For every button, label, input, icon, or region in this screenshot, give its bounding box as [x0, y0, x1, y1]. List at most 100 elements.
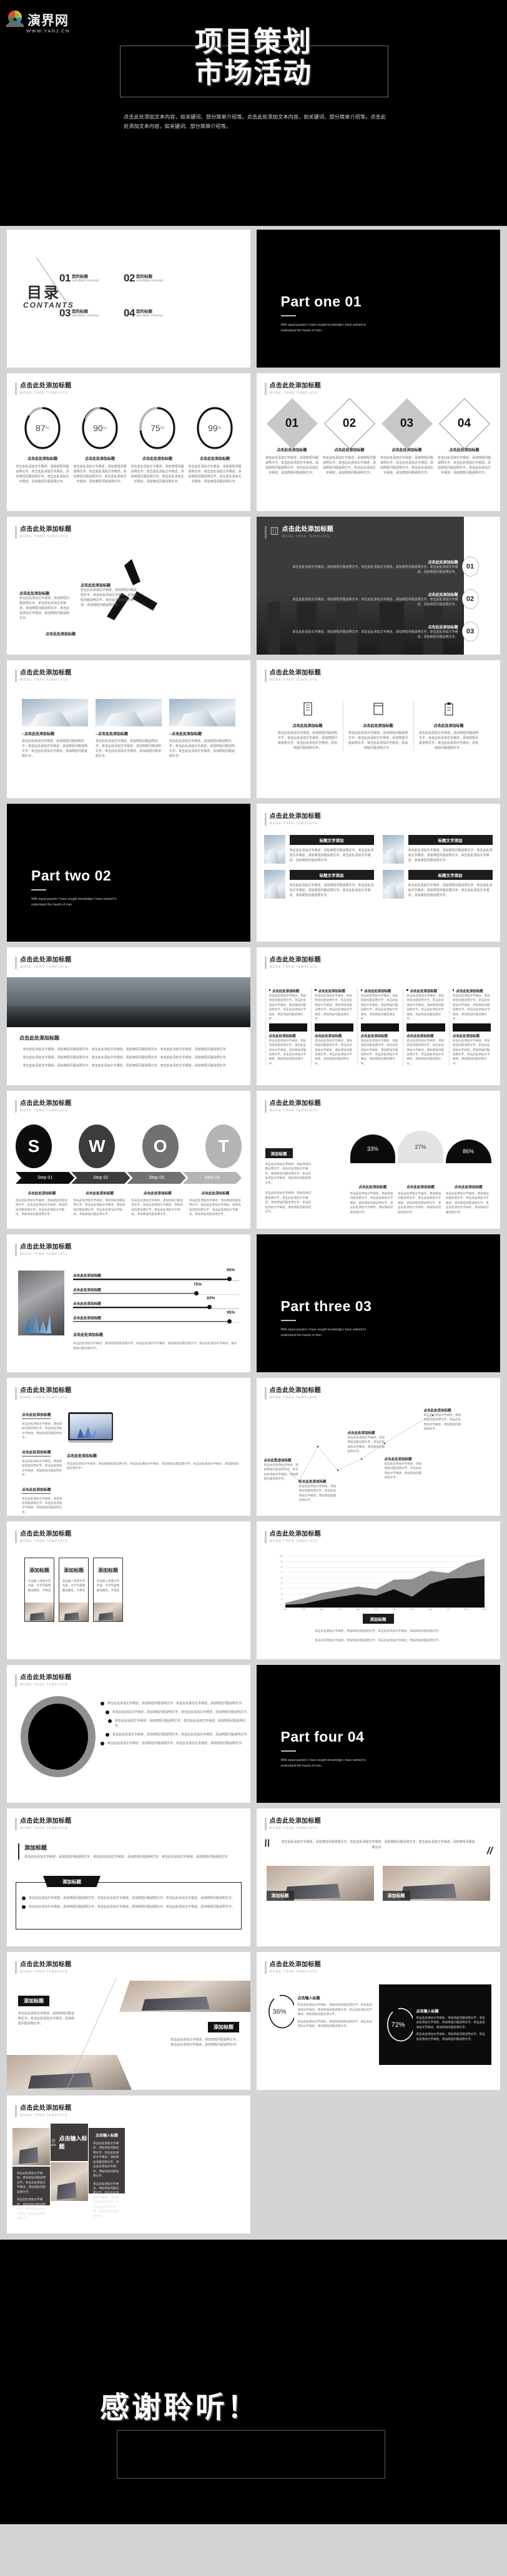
column-item[interactable]: 点击此处添加标题 单击此处添加文字阐述，添加简短问题说明文字，单击此处添加文字阐… [448, 988, 491, 1066]
photo-card[interactable]: --点击此处添加标题 单击此处添加文字阐述，添加简短问题说明文字，单击此处添加文… [96, 699, 162, 759]
slide-contents[interactable]: 目录 CONTANTS 01 您的标题 sed diam nonumy 02 您… [7, 230, 250, 368]
numbered-item[interactable]: 点击此处添加标题 单击此处添加文字阐述，添加简短问题说明文字，单击此处添加文字阐… [292, 557, 479, 577]
photo-label-card[interactable]: 标题文字添加 单击此处添加文字阐述，添加简短问题说明文字，单击此处添加文字阐述，… [263, 835, 374, 864]
ring-list-item[interactable]: 单击此处添加文字阐述，添加简短问题说明文字，单击此处添加文字阐述，添加简短问题说… [106, 1710, 250, 1715]
bookmark-card[interactable]: 添加标题 点击输入简要文字内容，文字内容需概括精炼，不用多 [24, 1558, 54, 1622]
dome-caption[interactable]: 点击此处添加标题 单击此处添加文字阐述，添加简短问题说明文字，单击此处添加文字阐… [446, 1184, 491, 1214]
column-item[interactable]: 点击此处添加标题 单击此处添加文字阐述，添加简短问题说明文字，单击此处添加文字阐… [311, 988, 353, 1066]
column-item[interactable]: 点击此处添加标题 单击此处添加文字阐述，添加简短问题说明文字，单击此处添加文字阐… [403, 988, 445, 1066]
diamond-item[interactable]: 03 点击此处添加标题 单击此处添加文字阐述，添加简短问题说明文字，单击此处添加… [380, 398, 434, 476]
slide-banner-box[interactable]: 点击此处添加标题 MORE THAN TEMPLATE 添加标题 单击此处添加文… [7, 1808, 250, 1946]
toc-item[interactable]: 04 您的标题 sed diam nonumy [124, 307, 188, 320]
photo-card[interactable]: --点击此处添加标题 单击此处添加文字阐述，添加简短问题说明文字，单击此处添加文… [169, 699, 235, 759]
icon-item[interactable]: 点击此处添加标题 单击此处添加文字阐述，添加简短问题说明文字，单击此处添加文字阐… [342, 701, 414, 751]
laptop-list-item[interactable]: 点击此处添加标题 单击此处添加文字阐述，添加简短问题说明文字，单击此处添加文字阐… [22, 1449, 63, 1478]
slide-ring-list[interactable]: 点击此处添加标题 MORE THAN TEMPLATE 单击此处添加文字阐述，添… [7, 1665, 250, 1803]
swot-detail[interactable]: 点击此处添加标题 单击此处添加文字阐述，添加简短问题说明文字，单击此处添加文字阐… [16, 1191, 68, 1217]
node-item[interactable]: 点击此处添加标题 单击此处添加文字阐述，添加简短问题说明文字，单击此处添加文字阐… [385, 1456, 422, 1480]
donut-item[interactable]: 87% 点击此处添加标题 单击此处添加文字阐述，添加简短问题说明文字，单击此处添… [16, 406, 69, 484]
column-item[interactable]: 点击此处添加标题 单击此处添加文字阐述，添加简短问题说明文字，单击此处添加文字阐… [265, 988, 308, 1066]
column-item[interactable]: 点击此处添加标题 单击此处添加文字阐述，添加简短问题说明文字，单击此处添加文字阐… [357, 988, 400, 1066]
photo-label-card[interactable]: 标题文字添加 单击此处添加文字阐述，添加简短问题说明文字，单击此处添加文字阐述，… [382, 870, 493, 899]
ring-item[interactable]: 36% 点击输入标题 单击此处添加文字阐述，添加简短问题说明文字，单击此处添加文… [265, 1994, 375, 2029]
node-item[interactable]: 点击此处添加标题 单击此处添加文字阐述，添加简短问题说明文字，单击此处添加文字阐… [424, 1408, 461, 1432]
box-bullet[interactable]: 单击此处添加文字阐述，添加简短问题说明文字，单击此处添加文字阐述，添加简短问题说… [22, 1896, 235, 1901]
slide-part-two[interactable]: Part two 02 With equal passion I have so… [7, 804, 250, 942]
ring-list-item[interactable]: 单击此处添加文字阐述，添加简短问题说明文字，单击此处添加文字阐述，添加简短问题说… [106, 1732, 250, 1737]
node-item[interactable]: 点击此处添加标题 单击此处添加文字阐述，添加简短问题说明文字，单击此处添加文字阐… [299, 1479, 337, 1503]
swot-step[interactable]: Step 04 [183, 1172, 242, 1184]
bookmark-card[interactable]: 添加标题 点击输入简要文字内容，文字内容需概括精炼，不用多 [93, 1558, 123, 1622]
numbered-item[interactable]: 点击此处添加标题 单击此处添加文字阐述，添加简短问题说明文字，单击此处添加文字阐… [292, 622, 479, 642]
swot-detail[interactable]: 点击此处添加标题 单击此处添加文字阐述，添加简短问题说明文字，单击此处添加文字阐… [189, 1191, 242, 1217]
slide-five-columns[interactable]: 点击此处添加标题 MORE THAN TEMPLATE 点击此处添加标题 单击此… [256, 947, 500, 1085]
photo-label-card[interactable]: 标题文字添加 单击此处添加文字阐述，添加简短问题说明文字，单击此处添加文字阐述，… [263, 870, 374, 899]
slide-bookmark-cards[interactable]: 点击此处添加标题 MORE THAN TEMPLATE 添加标题 点击输入简要文… [7, 1521, 250, 1659]
swot-step[interactable]: Step 02 [71, 1172, 130, 1184]
donut-item[interactable]: 75% 点击此处添加标题 单击此处添加文字阐述，添加简短问题说明文字，单击此处添… [130, 406, 184, 484]
slide-photo-label-grid[interactable]: 点击此处添加标题 MORE THAN TEMPLATE 标题文字添加 单击此处添… [256, 804, 500, 942]
slide-zigzag-nodes[interactable]: 点击此处添加标题 MORE THAN TEMPLATE 点击此处添加标题 单击此… [256, 1378, 500, 1516]
ring-item[interactable]: 72% 点击输入标题 单击此处添加文字阐述，添加简短问题说明文字，单击此处添加文… [378, 1984, 491, 2065]
photo-label-card[interactable]: 标题文字添加 单击此处添加文字阐述，添加简短问题说明文字，单击此处添加文字阐述，… [382, 835, 493, 864]
slide-part-three[interactable]: Part three 03 With equal passion I have … [256, 1234, 500, 1372]
slide-area-chart[interactable]: 点击此处添加标题 MORE THAN TEMPLATE 100 90 80 70 60… [256, 1521, 500, 1659]
mosaic-title-tile[interactable]: 点击输入标题 [51, 2124, 88, 2161]
triangle-item[interactable]: 点击此处添加标题 单击此处添加文字阐述，添加简短问题说明文字，单击此处添加文字阐… [81, 582, 139, 608]
slide-numbered-dark[interactable]: 点击此处添加标题 MORE THAN TEMPLATE 点击此处添加标题 单击此… [256, 517, 500, 655]
swot-step[interactable]: Step 03 [127, 1172, 186, 1184]
swot-detail[interactable]: 点击此处添加标题 单击此处添加文字阐述，添加简短问题说明文字，单击此处添加文字阐… [74, 1191, 126, 1217]
node-item[interactable]: 点击此处添加标题 单击此处添加文字阐述，添加简短问题说明文字，单击此处添加文字阐… [264, 1458, 300, 1481]
photo-with-caption[interactable]: 添加标题 [266, 1866, 374, 1901]
slide-mosaic[interactable]: 点击此处添加标题 MORE THAN TEMPLATE 点击输入标题 单击此处添… [7, 2095, 250, 2233]
donut-item[interactable]: 99% 点击此处添加标题 单击此处添加文字阐述，添加简短问题说明文字，单击此处添… [188, 406, 242, 484]
slide-laptop[interactable]: 点击此处添加标题 MORE THAN TEMPLATE 点击此处添加标题 单击此… [7, 1378, 250, 1516]
slide-quote-photos[interactable]: 点击此处添加标题 MORE THAN TEMPLATE \\ // 单击此处添加… [256, 1808, 500, 1946]
diamond-item[interactable]: 02 点击此处添加标题 单击此处添加文字阐述，添加简短问题说明文字，单击此处添加… [323, 398, 377, 476]
toc-item[interactable]: 03 您的标题 sed diam nonumy [59, 307, 124, 320]
slide-three-icons[interactable]: 点击此处添加标题 MORE THAN TEMPLATE 点击此处添加标题 单击此… [256, 660, 500, 798]
photo-card[interactable]: --点击此处添加标题 单击此处添加文字阐述，添加简短问题说明文字，单击此处添加文… [22, 699, 88, 759]
diamond-item[interactable]: 01 点击此处添加标题 单击此处添加文字阐述，添加简短问题说明文字，单击此处添加… [265, 398, 319, 476]
swot-detail[interactable]: 点击此处添加标题 单击此处添加文字阐述，添加简短问题说明文字，单击此处添加文字阐… [131, 1191, 184, 1217]
left-block[interactable]: 添加标题 单击此处添加文字阐述，添加简短问题说明文字，单击此处添加文字阐述，添加… [18, 1996, 76, 2026]
icon-item[interactable]: 点击此处添加标题 单击此处添加文字阐述，添加简短问题说明文字，单击此处添加文字阐… [414, 701, 484, 751]
slider-row[interactable]: 点击此处添加标题 95% [73, 1268, 239, 1282]
toc-item[interactable]: 02 您的标题 sed diam nonumy [124, 272, 188, 285]
slide-part-one[interactable]: Part one 01 With equal passion I have so… [256, 230, 500, 368]
slide-two-rings[interactable]: 点击此处添加标题 MORE THAN TEMPLATE 36% 点击输入标题 单… [256, 1952, 500, 2090]
box-bullet[interactable]: 单击此处添加文字阐述，添加简短问题说明文字，单击此处添加文字阐述，添加简短问题说… [22, 1905, 235, 1910]
slide-triangle-diagram[interactable]: 点击此处添加标题 MORE THAN TEMPLATE 点击此处添加标题 单击此… [7, 517, 250, 655]
slide-swot[interactable]: 点击此处添加标题 MORE THAN TEMPLATE S W O T Step… [7, 1091, 250, 1229]
slide-three-photos[interactable]: 点击此处添加标题 MORE THAN TEMPLATE --点击此处添加标题 单… [7, 660, 250, 798]
bookmark-card[interactable]: 添加标题 点击输入简要文字内容，文字内容需概括精炼，不用多 [59, 1558, 89, 1622]
triangle-item[interactable]: 点击此处添加标题 单击此处添加文字阐述，添加简短问题说明文字，单击此处添加文字阐… [19, 590, 71, 621]
ring-list-item[interactable]: 单击此处添加文字阐述，添加简短问题说明文字，单击此处添加文字阐述，添加简短问题说… [101, 1701, 250, 1706]
slider-row[interactable]: 点击此处添加标题 75% [73, 1282, 239, 1295]
laptop-list-item[interactable]: 点击此处添加标题 单击此处添加文字阐述，添加简短问题说明文字，单击此处添加文字阐… [22, 1412, 63, 1440]
slide-diagonal-photos[interactable]: 点击此处添加标题 MORE THAN TEMPLATE 添加标题 单击此处添加文… [7, 1952, 250, 2090]
dome-caption[interactable]: 点击此处添加标题 单击此处添加文字阐述，添加简短问题说明文字，单击此处添加文字阐… [398, 1184, 443, 1214]
triangle-item[interactable]: 点击此处添加标题 [46, 631, 108, 637]
numbered-item[interactable]: 点击此处添加标题 单击此处添加文字阐述，添加简短问题说明文字，单击此处添加文字阐… [292, 589, 479, 609]
diamond-item[interactable]: 04 点击此处添加标题 单击此处添加文字阐述，添加简短问题说明文字，单击此处添加… [438, 398, 491, 476]
right-block[interactable]: 添加标题 单击此处添加文字阐述，添加简短问题说明文字，单击此处添加文字阐述，添加… [170, 2022, 239, 2047]
slider-row[interactable]: 点击此处添加标题 95% [73, 1310, 239, 1324]
ring-list-item[interactable]: 单击此处添加文字阐述，添加简短问题说明文字，单击此处添加文字阐述，添加简短问题说… [108, 1719, 250, 1729]
slide-progress-sliders[interactable]: 点击此处添加标题 MORE THAN TEMPLATE 点击此处添加标题 95%… [7, 1234, 250, 1372]
laptop-list-item[interactable]: 点击此处添加标题 单击此处添加文字阐述，添加简短问题说明文字，单击此处添加文字阐… [22, 1486, 63, 1515]
toc-item[interactable]: 01 您的标题 sed diam nonumy [59, 272, 124, 285]
ring-list-item[interactable]: 单击此处添加文字阐述，添加简短问题说明文字，单击此处添加文字阐述，添加简短问题说… [101, 1741, 250, 1746]
slide-diamond-numbers[interactable]: 点击此处添加标题 MORE THAN TEMPLATE 01 点击此处添加标题 … [256, 373, 500, 511]
slide-donut-percent[interactable]: 点击此处添加标题 MORE THAN TEMPLATE 87% 点击此处添加标题… [7, 373, 250, 511]
swot-step[interactable]: Step 01 [16, 1172, 74, 1184]
slider-row[interactable]: 点击此处添加标题 83% [73, 1296, 239, 1310]
node-item[interactable]: 点击此处添加标题 单击此处添加文字阐述，添加简短问题说明文字，单击此处添加文字阐… [348, 1430, 385, 1454]
donut-item[interactable]: 90% 点击此处添加标题 单击此处添加文字阐述，添加简短问题说明文字，单击此处添… [73, 406, 127, 484]
slide-landscape-bullets[interactable]: 点击此处添加标题 MORE THAN TEMPLATE 点击此处添加标题 · 单… [7, 947, 250, 1085]
photo-with-caption[interactable]: 添加标题 [382, 1866, 490, 1901]
icon-item[interactable]: 点击此处添加标题 单击此处添加文字阐述，添加简短问题说明文字，单击此处添加文字阐… [273, 701, 343, 751]
dome-caption[interactable]: 点击此处添加标题 单击此处添加文字阐述，添加简短问题说明文字，单击此处添加文字阐… [350, 1184, 396, 1214]
slide-dome-chart[interactable]: 点击此处添加标题 MORE THAN TEMPLATE 添加标题 单击此处添加文… [256, 1091, 500, 1229]
slide-part-four[interactable]: Part four 04 With equal passion I have s… [256, 1665, 500, 1803]
